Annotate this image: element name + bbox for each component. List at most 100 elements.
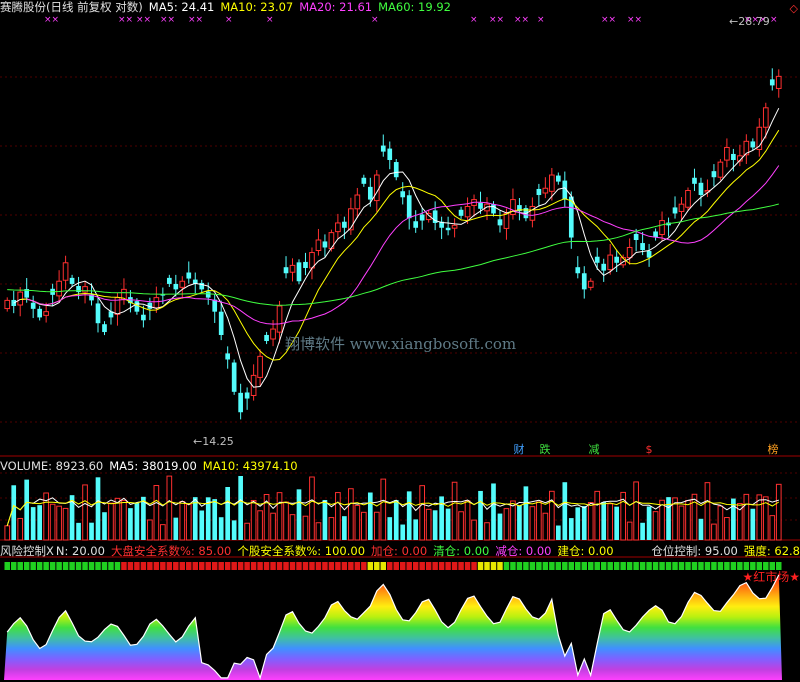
status-cell [665, 562, 672, 570]
volume-bar [711, 523, 717, 541]
volume-bar [380, 478, 387, 541]
volume-bar [270, 512, 276, 541]
volume-bar [30, 507, 36, 540]
volume-bar [134, 502, 140, 540]
status-cell [166, 562, 173, 570]
volume-bar [147, 519, 153, 541]
badge-fall[interactable]: 跌 [537, 442, 553, 457]
status-cell [289, 562, 296, 570]
volume-bar [750, 508, 756, 540]
ma60-label: MA60: 19.92 [378, 0, 451, 14]
volume-bar [335, 492, 341, 541]
candle-body [607, 254, 614, 271]
volume-bar [108, 502, 114, 541]
candle-body [257, 355, 263, 378]
status-cell [160, 562, 166, 570]
volume-bar [491, 483, 496, 540]
volume-bar [503, 508, 510, 541]
candle-body [503, 212, 510, 229]
volume-bar [212, 499, 218, 540]
badge-reduce[interactable]: 减 [586, 442, 602, 457]
candle-body [335, 222, 341, 233]
badge-dollar[interactable]: $ [641, 442, 657, 457]
status-cell [516, 562, 523, 570]
candle-body [270, 328, 276, 340]
status-cell [711, 562, 717, 570]
status-cell [270, 562, 276, 570]
candle-body [762, 107, 769, 128]
risk-header: 风险控制X N: 20.00 大盘安全系数%: 85.00 个股安全系数%: 100.… [0, 544, 620, 558]
candle-body [367, 186, 373, 200]
candle-body [212, 299, 218, 312]
watermark: 翔博软件 www.xiangbosoft.com [285, 335, 517, 353]
status-cell [542, 562, 549, 570]
volume-bar [652, 511, 659, 541]
signal-mark: ×× [601, 15, 616, 25]
candle-body [283, 267, 289, 274]
status-cell [43, 562, 49, 570]
status-cell [387, 562, 393, 570]
candle-body [166, 277, 172, 284]
signal-mark: ×× [489, 15, 504, 25]
status-cell [451, 562, 458, 570]
candle-body [542, 187, 549, 194]
badge-rank[interactable]: 榜 [765, 442, 781, 457]
candle-body [322, 241, 328, 248]
status-cell [231, 562, 237, 570]
status-cell [283, 562, 289, 570]
volume-bar [743, 493, 750, 541]
status-cell [562, 562, 568, 570]
status-cell [82, 562, 88, 570]
volume-ma5-label: MA5: 38019.00 [109, 459, 197, 473]
volume-bar [89, 522, 94, 540]
candle-body [95, 303, 101, 324]
candle-body [536, 188, 542, 196]
status-cell [704, 562, 711, 570]
status-cell [179, 562, 186, 570]
volume-bar [517, 505, 522, 540]
candle-body [400, 191, 406, 198]
volume-bar [607, 503, 614, 541]
status-cell [432, 562, 438, 570]
candle-body [205, 291, 211, 298]
signal-mark: ×× [514, 15, 529, 25]
volume-bar [166, 475, 173, 541]
candle-body [56, 280, 62, 297]
volume-bar [471, 519, 477, 541]
high-price-label: ←28.79 [729, 15, 770, 28]
status-cell [322, 562, 328, 570]
volume-bar [555, 525, 561, 540]
candle-body [303, 261, 308, 268]
volume-bar [231, 520, 237, 540]
status-cell [529, 562, 536, 570]
candle-body [393, 162, 399, 178]
volume-bar [575, 507, 581, 540]
candle-body [646, 251, 652, 258]
candle-body [348, 208, 354, 231]
candle-body [43, 311, 49, 316]
volume-bar [309, 476, 315, 541]
volume-bar [37, 505, 42, 540]
volume-bar [82, 484, 88, 541]
status-cell [510, 562, 516, 570]
reduce-position: 减仓: 0.00 [495, 544, 552, 558]
candle-body [413, 221, 419, 228]
status-cell [646, 562, 652, 570]
volume-bar [199, 510, 205, 540]
ma10-label: MA10: 23.07 [220, 0, 294, 14]
volume-bar [225, 486, 231, 540]
signal-mark: × [770, 15, 778, 25]
status-cell [406, 562, 412, 570]
signal-mark: × [225, 15, 233, 25]
diamond-icon[interactable]: ◇ [790, 2, 798, 15]
status-cell [263, 562, 270, 570]
badge-finance[interactable]: 财 [511, 442, 527, 457]
volume-bar [536, 501, 542, 541]
status-cell [523, 562, 529, 570]
volume-bar [484, 522, 490, 541]
candle-body [153, 297, 160, 309]
volume-bar [62, 507, 69, 541]
volume-bar [646, 506, 652, 540]
status-cell [425, 562, 432, 570]
status-cell [361, 562, 367, 570]
